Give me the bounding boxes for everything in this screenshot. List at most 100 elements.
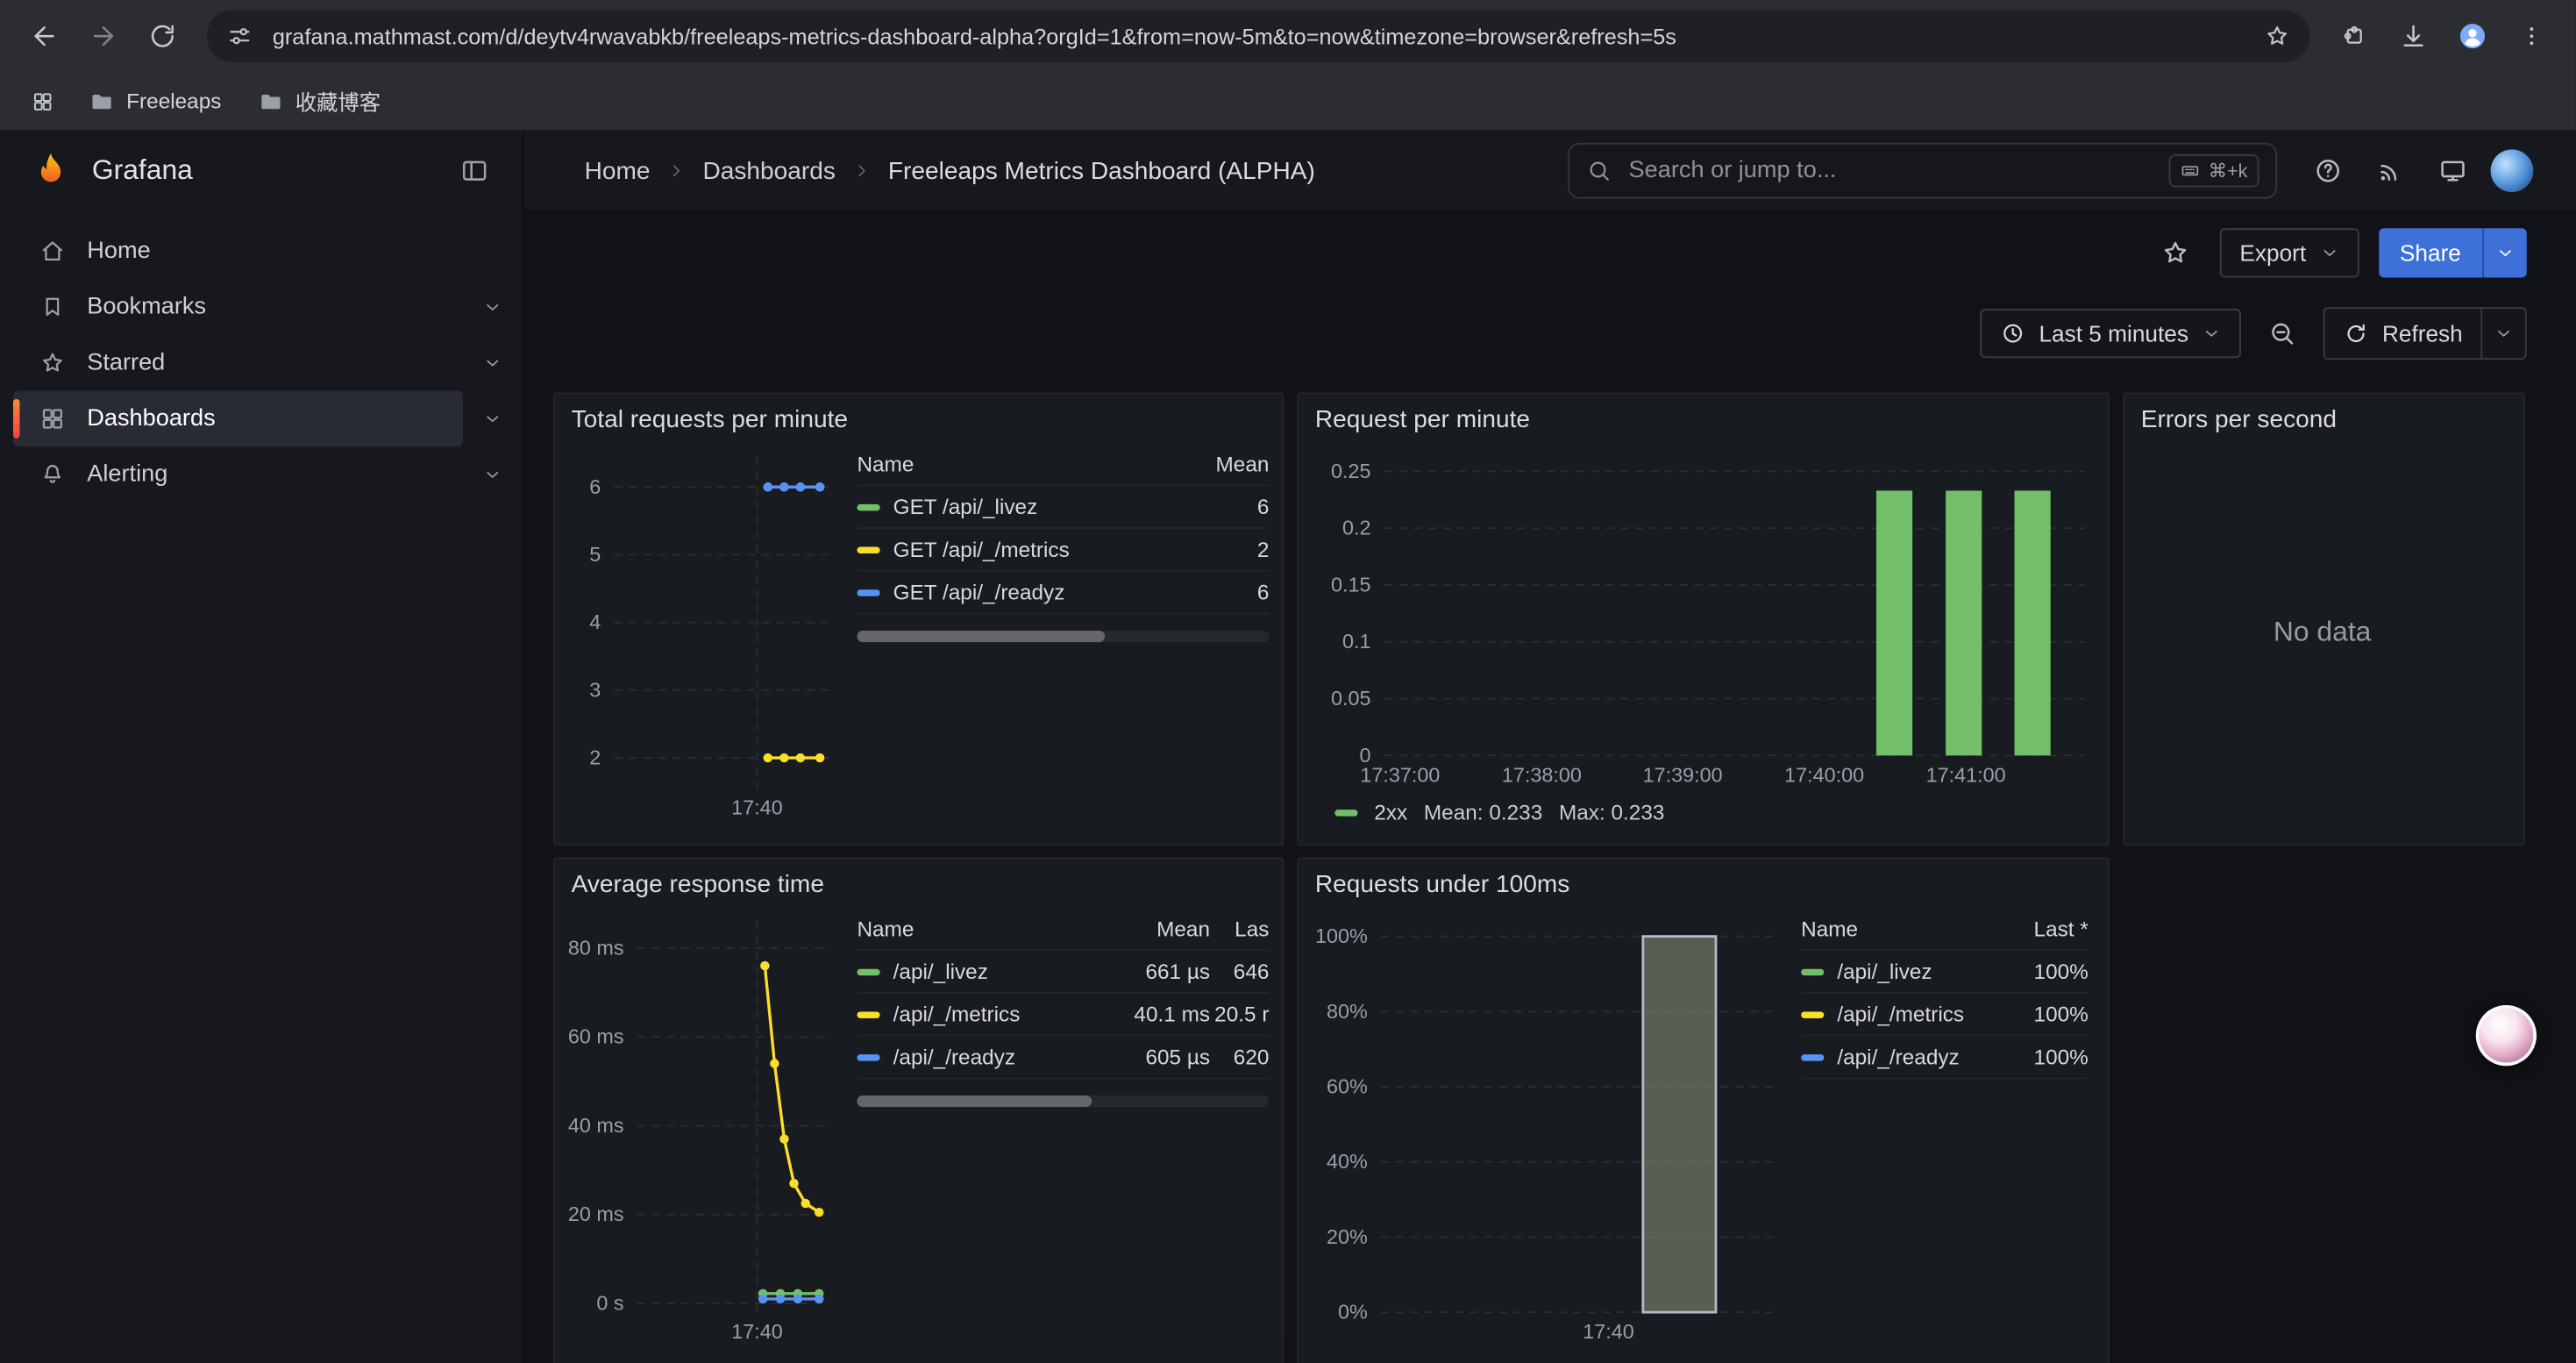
bookmark-star-icon[interactable] <box>2264 23 2290 49</box>
legend-scrollbar[interactable] <box>857 631 1269 642</box>
legend-table: NameMeanLas/api/_livez661 µs646/api/_/me… <box>857 908 1269 1079</box>
svg-text:6: 6 <box>589 475 601 498</box>
no-data-message: No data <box>2134 444 2510 822</box>
legend-row[interactable]: /api/_/readyz605 µs620 <box>857 1037 1269 1080</box>
legend-header[interactable]: Name <box>857 452 1199 476</box>
downloads-icon[interactable] <box>2386 8 2442 64</box>
favorite-star-icon[interactable] <box>2151 228 2200 277</box>
legend-row[interactable]: /api/_livez661 µs646 <box>857 951 1269 994</box>
legend-row[interactable]: GET /api/_livez6 <box>857 486 1269 529</box>
chevron-down-icon[interactable] <box>463 279 522 335</box>
clock-icon <box>2000 320 2026 346</box>
panel-title[interactable]: Requests under 100ms <box>1299 859 2108 908</box>
legend-header[interactable]: Las <box>1210 917 1269 941</box>
svg-text:17:38:00: 17:38:00 <box>1502 763 1582 786</box>
zoom-out-icon[interactable] <box>2258 309 2307 358</box>
chevron-down-icon[interactable] <box>463 446 522 503</box>
refresh-button-group: Refresh <box>2323 307 2527 360</box>
rss-icon[interactable] <box>2366 146 2415 196</box>
svg-text:17:40: 17:40 <box>1583 1320 1634 1343</box>
chat-widget-avatar[interactable] <box>2476 1005 2537 1066</box>
legend-header[interactable]: Name <box>857 917 1118 941</box>
sidebar-item-home[interactable]: Home <box>13 224 463 280</box>
home-icon <box>39 239 66 265</box>
scrollbar-thumb[interactable] <box>857 1095 1092 1107</box>
legend-row[interactable]: /api/_/readyz100% <box>1801 1037 2089 1080</box>
legend-header[interactable]: Name <box>1801 917 2010 941</box>
refresh-button[interactable]: Refresh <box>2324 309 2480 358</box>
browser-chrome: Freeleaps 收藏博客 <box>0 0 2576 132</box>
svg-text:100%: 100% <box>1315 924 1368 947</box>
time-range-picker[interactable]: Last 5 minutes <box>1980 309 2241 358</box>
url-input[interactable] <box>269 22 2247 50</box>
user-avatar[interactable] <box>2491 149 2534 192</box>
series-color-swatch <box>857 546 879 553</box>
scrollbar-thumb[interactable] <box>857 631 1104 642</box>
legend-row[interactable]: GET /api/_/metrics2 <box>857 529 1269 572</box>
series-color-swatch <box>1801 1053 1824 1060</box>
series-color-swatch <box>857 503 879 510</box>
browser-menu-icon[interactable] <box>2504 8 2560 64</box>
breadcrumb-separator-icon <box>852 161 872 181</box>
apps-grid-icon[interactable] <box>19 78 65 124</box>
sidebar-collapse-icon[interactable] <box>450 154 499 187</box>
extensions-icon[interactable] <box>2326 8 2382 64</box>
legend-row[interactable]: /api/_livez100% <box>1801 951 2089 994</box>
bookmark-label: Freeleaps <box>126 89 221 113</box>
sidebar-item-alerting[interactable]: Alerting <box>13 446 463 503</box>
legend-row[interactable]: GET /api/_/readyz6 <box>857 572 1269 615</box>
url-bar[interactable] <box>207 10 2310 62</box>
browser-profile-avatar[interactable] <box>2444 8 2501 64</box>
panel-title[interactable]: Request per minute <box>1299 394 2108 443</box>
chevron-down-icon[interactable] <box>463 335 522 391</box>
grafana-logo[interactable] <box>30 149 73 192</box>
legend-item-2xx[interactable]: 2xx Mean: 0.233 Max: 0.233 <box>1312 792 2095 824</box>
reload-icon[interactable] <box>135 8 191 64</box>
search-input[interactable]: ⌘+k <box>1568 143 2277 199</box>
panel-title[interactable]: Total requests per minute <box>555 394 1283 443</box>
legend-header[interactable]: Last * <box>2010 917 2089 941</box>
svg-text:80 ms: 80 ms <box>568 936 624 959</box>
legend-header[interactable]: Mean <box>1118 917 1210 941</box>
bookmark-item-freeleaps[interactable]: Freeleaps <box>75 82 234 121</box>
share-button[interactable]: Share <box>2379 228 2483 277</box>
panel-title[interactable]: Errors per second <box>2124 394 2523 443</box>
sidebar-nav: Home Bookmarks Starred <box>0 211 522 503</box>
bell-icon <box>39 461 66 488</box>
average-response-time-chart[interactable]: 0 s20 ms40 ms60 ms80 ms17:40 <box>565 908 843 1348</box>
total-requests-chart[interactable]: 2345617:40 <box>565 444 843 824</box>
sidebar-item-starred[interactable]: Starred <box>13 335 463 391</box>
sidebar-item-dashboards[interactable]: Dashboards <box>13 391 463 447</box>
panel-errors-per-second: Errors per second No data <box>2123 393 2525 846</box>
legend-row[interactable]: /api/_/metrics100% <box>1801 994 2089 1037</box>
svg-text:0.1: 0.1 <box>1342 630 1371 653</box>
requests-under-100ms-chart[interactable]: 0%20%40%60%80%100%17:40 <box>1308 908 1788 1348</box>
sidebar: Grafana Home Bookmarks <box>0 132 523 1363</box>
request-per-minute-chart[interactable]: 00.050.10.150.20.2517:37:0017:38:0017:39… <box>1312 444 2098 792</box>
svg-text:17:40: 17:40 <box>731 1320 783 1343</box>
sidebar-item-bookmarks[interactable]: Bookmarks <box>13 279 463 335</box>
bookmark-label: 收藏博客 <box>295 85 381 117</box>
help-icon[interactable] <box>2303 146 2352 196</box>
legend-header[interactable]: Mean <box>1200 452 1270 476</box>
series-color-swatch <box>857 1053 879 1060</box>
breadcrumb-separator-icon <box>666 161 686 181</box>
breadcrumb-dashboards[interactable]: Dashboards <box>702 157 835 185</box>
breadcrumb-home[interactable]: Home <box>585 157 651 185</box>
bookmark-item-blog[interactable]: 收藏博客 <box>245 79 394 124</box>
panel-request-per-minute: Request per minute 00.050.10.150.20.2517… <box>1297 393 2110 846</box>
site-settings-icon[interactable] <box>226 23 253 49</box>
refresh-interval-caret[interactable] <box>2480 309 2525 358</box>
monitor-icon[interactable] <box>2428 146 2477 196</box>
back-icon[interactable] <box>17 8 73 64</box>
legend-scrollbar[interactable] <box>857 1095 1269 1107</box>
panel-title[interactable]: Average response time <box>555 859 1283 908</box>
forward-icon[interactable] <box>75 8 132 64</box>
series-color-swatch <box>1334 809 1357 815</box>
share-menu-caret[interactable] <box>2482 228 2527 277</box>
chevron-down-icon[interactable] <box>463 391 522 447</box>
export-button[interactable]: Export <box>2220 228 2359 277</box>
svg-text:17:40:00: 17:40:00 <box>1784 763 1864 786</box>
search-text-field[interactable] <box>1626 156 2156 186</box>
legend-row[interactable]: /api/_/metrics40.1 ms20.5 r <box>857 994 1269 1037</box>
